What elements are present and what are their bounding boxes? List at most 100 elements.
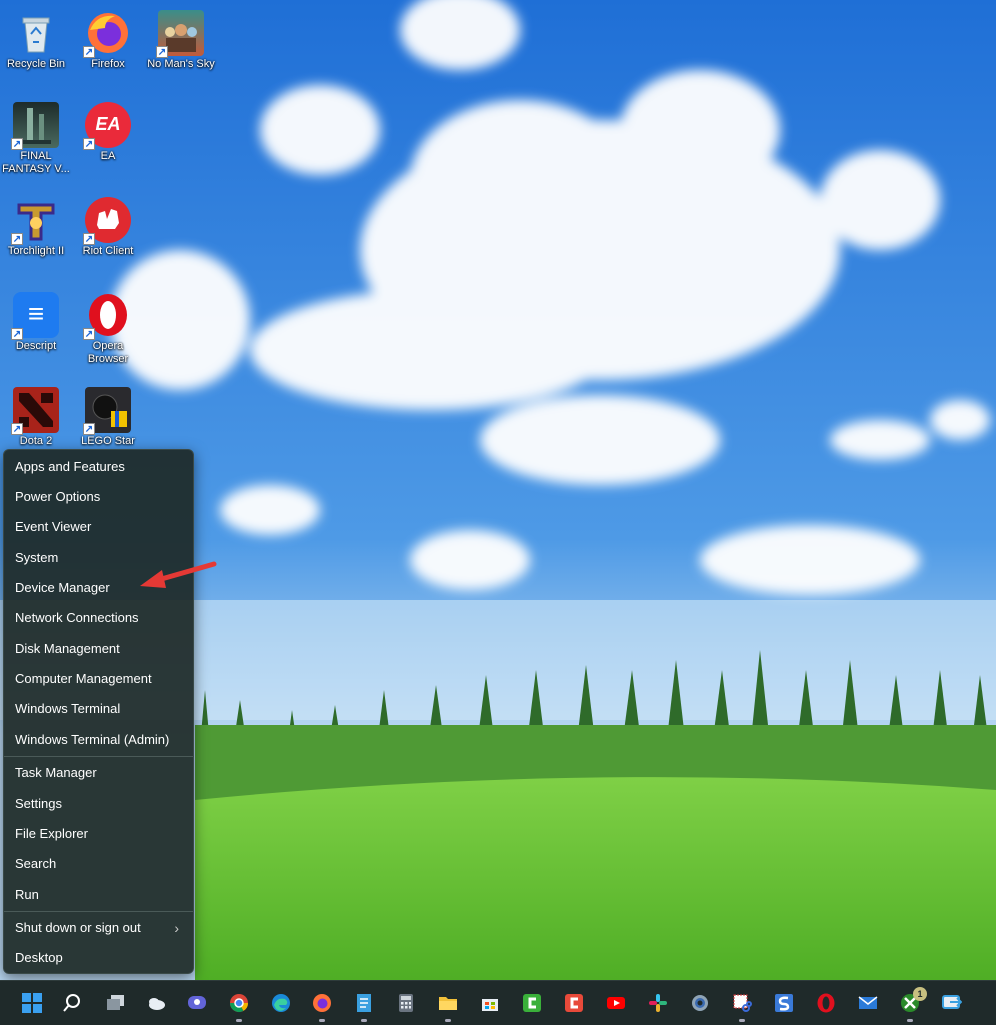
running-indicator — [907, 1019, 913, 1022]
taskbar-mail-button[interactable] — [853, 988, 883, 1018]
menu-item-search[interactable]: Search — [4, 850, 193, 878]
onedrive-icon — [149, 998, 165, 1010]
menu-item-settings[interactable]: Settings — [4, 790, 193, 818]
menu-item-label: Network Connections — [15, 610, 139, 625]
menu-item-disk-management[interactable]: Disk Management — [4, 635, 193, 663]
menu-item-label: Desktop — [15, 950, 63, 965]
desktop-icon-dota-2[interactable]: ↗ Dota 2 — [0, 383, 72, 448]
taskbar-edge-button[interactable] — [266, 988, 296, 1018]
menu-item-shut-down-or-sign-out[interactable]: Shut down or sign out › — [4, 914, 193, 942]
running-indicator — [445, 1019, 451, 1022]
taskbar-calculator-button[interactable] — [391, 988, 421, 1018]
menu-item-task-manager[interactable]: Task Manager — [4, 759, 193, 787]
desktop-icon-label: FINAL FANTASY V... — [2, 150, 70, 175]
youtube-icon — [607, 997, 625, 1009]
taskbar-task-view-button[interactable] — [101, 988, 131, 1018]
desktop-icon-descript[interactable]: ≡ ↗ Descript — [0, 288, 72, 353]
taskbar-teams-chat-button[interactable] — [182, 988, 212, 1018]
desktop-icon-label: Firefox — [91, 58, 125, 70]
menu-item-computer-management[interactable]: Computer Management — [4, 665, 193, 693]
taskbar-snipping-tool-button[interactable] — [727, 988, 757, 1022]
desktop-icon-final-fantasy[interactable]: ↗ FINAL FANTASY V... — [0, 98, 72, 176]
taskbar-firefox-button[interactable] — [307, 988, 337, 1022]
recycle-bin-icon — [13, 10, 59, 56]
simplenote-icon — [775, 994, 793, 1012]
taskbar-opera-button[interactable] — [811, 988, 841, 1018]
taskbar-xbox-button[interactable]: 1 — [895, 987, 927, 1022]
menu-item-label: Settings — [15, 796, 62, 811]
file-explorer-icon — [439, 997, 457, 1010]
quick-share-icon — [942, 995, 962, 1009]
menu-item-label: Disk Management — [15, 641, 120, 656]
red-arrow-icon — [140, 561, 217, 588]
menu-item-desktop[interactable]: Desktop — [4, 944, 193, 972]
taskbar-start-button[interactable] — [17, 988, 47, 1018]
menu-item-network-connections[interactable]: Network Connections — [4, 604, 193, 632]
menu-item-label: Windows Terminal — [15, 701, 121, 716]
taskbar-quick-share-button[interactable] — [937, 988, 967, 1018]
menu-separator — [4, 911, 193, 912]
desktop-icon-torchlight[interactable]: ↗ Torchlight II — [0, 193, 72, 258]
desktop-icon-label: Recycle Bin — [6, 58, 66, 70]
lego-star-wars-icon: ↗ — [83, 387, 131, 435]
desktop-icon-lego-star-wars[interactable]: ↗ LEGO Star — [72, 383, 144, 448]
taskbar-camtasia-button[interactable] — [517, 988, 547, 1018]
taskbar-notepad-button[interactable] — [349, 988, 379, 1022]
desktop-icon-firefox[interactable]: ↗ Firefox — [72, 6, 144, 71]
desktop-icon-no-mans-sky[interactable]: ↗ No Man's Sky — [145, 6, 217, 71]
settings-gear-icon — [692, 995, 708, 1011]
desktop-icon-riot-client[interactable]: ↗ Riot Client — [72, 193, 144, 258]
taskbar-chrome-button[interactable] — [224, 988, 254, 1022]
taskbar-settings-button[interactable] — [685, 988, 715, 1018]
dota-2-icon: ↗ — [11, 387, 59, 435]
desktop-icon-label: Torchlight II — [7, 245, 65, 257]
snipping-tool-icon — [733, 994, 752, 1012]
menu-item-windows-terminal-admin[interactable]: Windows Terminal (Admin) — [4, 726, 193, 754]
menu-item-label: Shut down or sign out — [15, 920, 141, 935]
menu-item-label: System — [15, 550, 59, 565]
menu-item-label: Run — [15, 887, 39, 902]
menu-item-windows-terminal[interactable]: Windows Terminal — [4, 695, 193, 723]
menu-item-apps-and-features[interactable]: Apps and Features — [4, 453, 193, 481]
firefox-icon — [313, 994, 331, 1012]
taskbar-camtasia-recorder-button[interactable] — [559, 988, 589, 1018]
taskbar-youtube-button[interactable] — [601, 988, 631, 1018]
menu-item-event-viewer[interactable]: Event Viewer — [4, 513, 193, 541]
shortcut-arrow-icon: ↗ — [83, 233, 95, 245]
slack-icon — [649, 994, 667, 1012]
opera-icon — [817, 993, 835, 1013]
desktop-icon-label: LEGO Star — [81, 435, 135, 447]
shortcut-arrow-icon: ↗ — [11, 138, 23, 150]
menu-item-label: File Explorer — [15, 826, 88, 841]
opera-icon: ↗ — [83, 292, 131, 340]
taskbar: 1 — [0, 980, 996, 1025]
running-indicator — [361, 1019, 367, 1022]
camtasia-icon — [523, 994, 541, 1012]
desktop[interactable]: Recycle Bin ↗ Firefox ↗ No Man's Sky ↗ F… — [0, 0, 996, 980]
desktop-icon-opera[interactable]: ↗ Opera Browser — [72, 288, 144, 366]
desktop-icon-ea[interactable]: EA ↗ EA — [72, 98, 144, 163]
edge-icon — [272, 994, 290, 1012]
menu-item-file-explorer[interactable]: File Explorer — [4, 820, 193, 848]
menu-item-power-options[interactable]: Power Options — [4, 483, 193, 511]
menu-item-label: Task Manager — [15, 765, 97, 780]
taskbar-file-explorer-button[interactable] — [433, 988, 463, 1022]
taskbar-simplenote-button[interactable] — [769, 988, 799, 1018]
camtasia-recorder-icon — [565, 994, 583, 1012]
taskbar-onedrive-button[interactable] — [141, 988, 171, 1018]
menu-separator — [4, 756, 193, 757]
shortcut-arrow-icon: ↗ — [11, 328, 23, 340]
running-indicator — [319, 1019, 325, 1022]
menu-item-run[interactable]: Run — [4, 881, 193, 909]
calculator-icon — [399, 994, 413, 1012]
menu-item-label: Event Viewer — [15, 519, 92, 534]
taskbar-search-button[interactable] — [57, 988, 87, 1018]
menu-item-label: Search — [15, 856, 57, 871]
menu-item-label: Windows Terminal (Admin) — [15, 732, 170, 747]
running-indicator — [236, 1019, 242, 1022]
desktop-icon-recycle-bin[interactable]: Recycle Bin — [0, 6, 72, 71]
start-icon — [22, 993, 42, 1013]
taskbar-slack-button[interactable] — [643, 988, 673, 1018]
taskbar-microsoft-store-button[interactable] — [475, 988, 505, 1018]
descript-icon: ≡ ↗ — [11, 292, 59, 340]
